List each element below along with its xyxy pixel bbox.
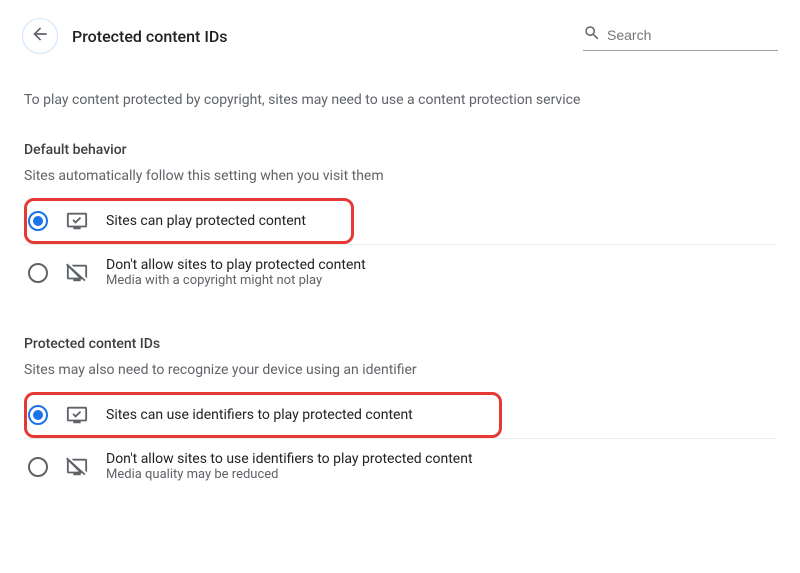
intro-text: To play content protected by copyright, …: [24, 92, 776, 108]
option-allow-identifiers[interactable]: Sites can use identifiers to play protec…: [24, 392, 502, 438]
page-title: Protected content IDs: [72, 27, 228, 46]
page-header: Protected content IDs: [0, 0, 800, 64]
screen-check-icon: [66, 404, 88, 426]
radio-checked-icon[interactable]: [28, 211, 48, 231]
section-gap: [24, 300, 776, 336]
back-button[interactable]: [22, 18, 58, 54]
option-label: Don't allow sites to play protected cont…: [106, 257, 366, 273]
option-allow-protected[interactable]: Sites can play protected content: [24, 198, 354, 244]
section-ids-title: Protected content IDs: [24, 336, 776, 352]
settings-content: To play content protected by copyright, …: [0, 64, 800, 494]
screen-check-icon: [66, 210, 88, 232]
option-desc: Media quality may be reduced: [106, 467, 473, 482]
radio-unchecked-icon[interactable]: [28, 457, 48, 477]
option-block-protected[interactable]: Don't allow sites to play protected cont…: [24, 244, 776, 300]
option-text: Don't allow sites to use identifiers to …: [106, 451, 473, 482]
option-text: Sites can use identifiers to play protec…: [106, 407, 413, 423]
radio-checked-icon[interactable]: [28, 405, 48, 425]
option-text: Don't allow sites to play protected cont…: [106, 257, 366, 288]
search-input[interactable]: [607, 27, 778, 43]
arrow-left-icon: [30, 24, 50, 48]
option-label: Sites can play protected content: [106, 213, 306, 229]
screen-off-icon: [66, 456, 88, 478]
option-desc: Media with a copyright might not play: [106, 273, 366, 288]
section-default-behavior-title: Default behavior: [24, 142, 776, 158]
option-label: Sites can use identifiers to play protec…: [106, 407, 413, 423]
section-ids-subtitle: Sites may also need to recognize your de…: [24, 362, 776, 378]
option-label: Don't allow sites to use identifiers to …: [106, 451, 473, 467]
search-icon: [583, 24, 601, 46]
radio-unchecked-icon[interactable]: [28, 263, 48, 283]
section-default-behavior-subtitle: Sites automatically follow this setting …: [24, 168, 776, 184]
search-field-wrap[interactable]: [583, 22, 778, 51]
option-text: Sites can play protected content: [106, 213, 306, 229]
screen-off-icon: [66, 262, 88, 284]
option-block-identifiers[interactable]: Don't allow sites to use identifiers to …: [24, 438, 776, 494]
